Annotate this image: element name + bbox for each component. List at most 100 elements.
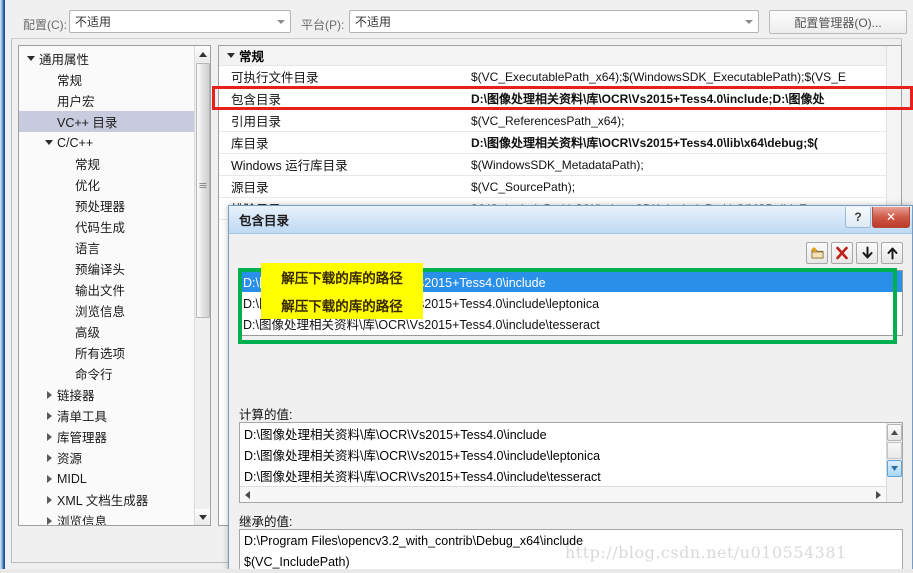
sidebar-item-label: 链接器 [57,389,95,403]
chevron-right-icon[interactable] [41,495,57,504]
sidebar-item-18[interactable]: 库管理器 [19,426,195,447]
scroll-down-arrow-icon[interactable] [887,460,902,477]
configuration-combobox[interactable]: 不适用 [69,10,291,33]
chevron-down-icon[interactable] [41,140,57,145]
scrollbar-track[interactable] [887,442,902,459]
property-value[interactable]: $(VC_ReferencesPath_x64); [471,114,901,128]
sidebar-item-label: 预处理器 [75,200,126,214]
property-value[interactable]: $(WindowsSDK_MetadataPath); [471,158,901,172]
sidebar-item-label: 库管理器 [57,431,108,445]
dialog-window-buttons: ? ✕ [844,207,910,228]
property-name: 库目录 [231,137,269,151]
move-up-button[interactable] [881,242,903,264]
scrollbar-grip-icon [199,182,207,189]
sidebar-item-2[interactable]: 用户宏 [19,90,195,111]
sidebar-item-9[interactable]: 语言 [19,237,195,258]
sidebar-item-21[interactable]: XML 文档生成器 [19,489,195,510]
sidebar-item-label: C/C++ [57,135,94,150]
settings-tree-panel[interactable]: 通用属性 常规 用户宏 VC++ 目录 C/C++ 常规 优化 预处理器 代码生成 语言 预编译头输… [18,45,211,526]
property-name: 引用目录 [231,115,282,129]
chevron-right-icon[interactable] [41,432,57,441]
sidebar-item-8[interactable]: 代码生成 [19,216,195,237]
property-group-header[interactable]: 常规 [219,46,901,66]
sidebar-item-17[interactable]: 清单工具 [19,405,195,426]
property-value[interactable]: $(VC_ExecutablePath_x64);$(WindowsSDK_Ex… [471,70,901,84]
sidebar-item-4[interactable]: C/C++ [19,132,195,153]
platform-combobox[interactable]: 不适用 [349,10,759,33]
sidebar-item-14[interactable]: 所有选项 [19,342,195,363]
sidebar-item-label: MIDL [57,471,87,486]
property-pages-window: 配置(C): 不适用 平台(P): 不适用 配置管理器(O)... 通用属性 常规… [0,0,913,573]
sidebar-item-5[interactable]: 常规 [19,153,195,174]
sidebar-item-22[interactable]: 浏览信息 [19,510,195,525]
delete-button[interactable] [831,242,853,264]
sidebar-item-1[interactable]: 常规 [19,69,195,90]
new-folder-button[interactable] [806,242,828,264]
scroll-down-arrow-icon[interactable] [195,509,210,525]
group-expander-icon[interactable] [223,53,239,58]
evaluated-horizontal-scrollbar[interactable] [240,486,886,503]
sidebar-item-15[interactable]: 命令行 [19,363,195,384]
chevron-down-icon[interactable] [23,56,39,61]
sidebar-item-label: 代码生成 [75,221,126,235]
sidebar-item-label: 清单工具 [57,410,108,424]
move-down-button[interactable] [856,242,878,264]
sidebar-item-11[interactable]: 输出文件 [19,279,195,300]
evaluated-value-line: D:\图像处理相关资料\库\OCR\Vs2015+Tess4.0\include… [244,470,601,484]
sidebar-item-0[interactable]: 通用属性 [19,48,195,69]
sidebar-item-label: 资源 [57,452,83,466]
property-value[interactable]: D:\图像处理相关资料\库\OCR\Vs2015+Tess4.0\include… [471,90,901,107]
property-value[interactable]: $(VC_SourcePath); [471,180,901,194]
property-row[interactable]: 源目录 $(VC_SourcePath); [219,176,901,198]
chevron-right-icon[interactable] [41,474,57,483]
sidebar-item-label: 所有选项 [75,347,126,361]
chevron-right-icon[interactable] [41,411,57,420]
tree-scrollbar-thumb[interactable] [196,63,210,318]
arrow-down-icon [862,246,872,259]
include-directories-dialog: 包含目录 ? ✕ D:\图像处理相关资料\库\OCR\Vs2015+Tess4.… [228,205,913,573]
scroll-up-arrow-icon[interactable] [195,46,210,62]
sidebar-item-label: XML 文档生成器 [57,494,149,508]
sidebar-item-label: 语言 [75,242,101,256]
sidebar-item-19[interactable]: 资源 [19,447,195,468]
list-toolbar-buttons [806,242,903,264]
evaluated-values-box[interactable]: D:\图像处理相关资料\库\OCR\Vs2015+Tess4.0\include… [239,422,903,503]
evaluated-value-line: D:\图像处理相关资料\库\OCR\Vs2015+Tess4.0\include [244,428,547,442]
scroll-left-arrow-icon[interactable] [240,488,255,503]
property-row[interactable]: 可执行文件目录 $(VC_ExecutablePath_x64);$(Window… [219,66,901,88]
configuration-manager-button[interactable]: 配置管理器(O)... [769,10,907,34]
sidebar-item-7[interactable]: 预处理器 [19,195,195,216]
triangle-down-icon [891,466,898,471]
property-value[interactable]: D:\图像处理相关资料\库\OCR\Vs2015+Tess4.0\lib\x64… [471,134,901,151]
new-folder-icon [811,247,823,259]
sidebar-item-3[interactable]: VC++ 目录 [19,111,195,132]
dialog-title: 包含目录 [239,214,290,228]
close-button[interactable]: ✕ [872,207,910,228]
sidebar-item-20[interactable]: MIDL [19,468,195,489]
property-rows: 可执行文件目录 $(VC_ExecutablePath_x64);$(Window… [219,66,901,220]
property-row[interactable]: 引用目录 $(VC_ReferencesPath_x64); [219,110,901,132]
scroll-up-arrow-icon[interactable] [887,424,902,441]
sidebar-item-label: 输出文件 [75,284,126,298]
chevron-right-icon[interactable] [41,453,57,462]
scroll-right-arrow-icon[interactable] [871,488,886,503]
evaluated-value-line: D:\图像处理相关资料\库\OCR\Vs2015+Tess4.0\include… [244,449,601,463]
chevron-right-icon[interactable] [41,516,57,525]
evaluated-vertical-scrollbar[interactable] [886,423,902,502]
sidebar-item-10[interactable]: 预编译头 [19,258,195,279]
tree-vertical-scrollbar[interactable] [194,46,210,525]
property-row[interactable]: 包含目录 D:\图像处理相关资料\库\OCR\Vs2015+Tess4.0\inc… [219,88,901,110]
sidebar-item-12[interactable]: 浏览信息 [19,300,195,321]
sidebar-item-label: 浏览信息 [75,305,126,319]
arrow-up-icon [887,247,897,260]
sidebar-item-16[interactable]: 链接器 [19,384,195,405]
sidebar-item-6[interactable]: 优化 [19,174,195,195]
chevron-right-icon[interactable] [41,390,57,399]
sidebar-item-13[interactable]: 高级 [19,321,195,342]
property-row[interactable]: 库目录 D:\图像处理相关资料\库\OCR\Vs2015+Tess4.0\lib\… [219,132,901,154]
help-button[interactable]: ? [845,207,871,228]
triangle-up-icon [891,430,898,435]
property-name: 源目录 [231,181,269,195]
chevron-down-icon [277,20,285,24]
property-row[interactable]: Windows 运行库目录 $(WindowsSDK_MetadataPath); [219,154,901,176]
